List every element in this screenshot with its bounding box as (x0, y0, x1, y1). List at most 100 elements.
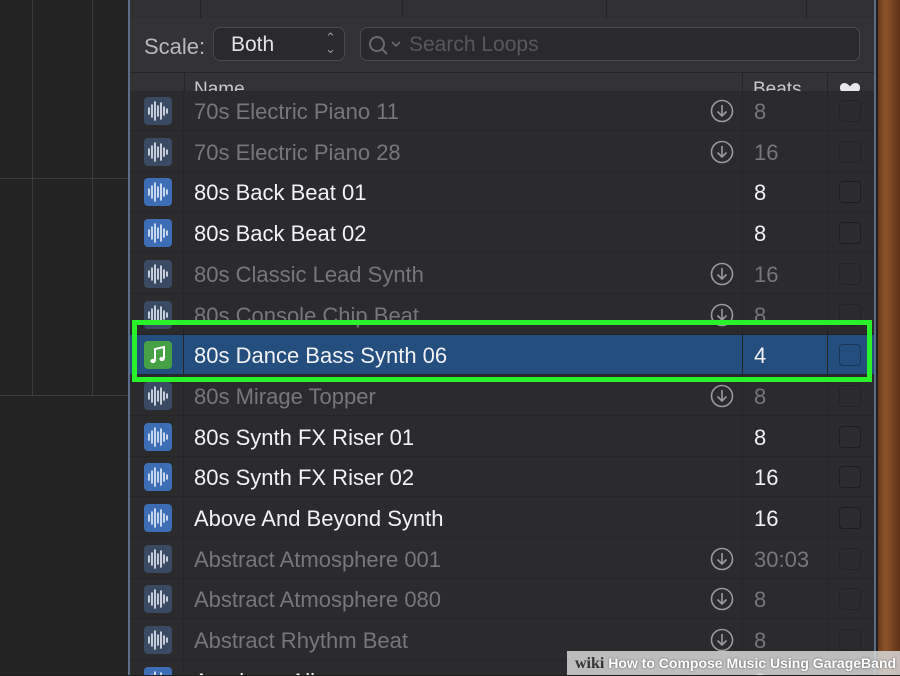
loop-row[interactable]: 70s Electric Piano 11 8 (130, 91, 874, 131)
loop-beats: 8 (754, 383, 767, 409)
loop-list: 70s Electric Piano 11 8 70s Electric Piano… (130, 91, 874, 675)
waveform-icon (144, 97, 172, 125)
loop-row[interactable]: 80s Synth FX Riser 01 8 (130, 416, 874, 457)
loop-type-cell (130, 620, 184, 661)
loop-type-cell (130, 660, 184, 675)
column-divider (742, 213, 743, 254)
loop-name: 70s Electric Piano 28 (194, 139, 401, 165)
loop-beats: 16 (754, 261, 779, 287)
column-divider (742, 91, 743, 131)
loop-name: 80s Back Beat 02 (194, 221, 367, 247)
loop-name: Above And Beyond Synth (194, 506, 444, 531)
grid-line (92, 0, 93, 395)
download-icon[interactable] (710, 140, 734, 164)
column-divider (827, 213, 828, 254)
grid-line (0, 178, 128, 179)
loop-type-cell (130, 213, 184, 254)
loop-row[interactable]: Above And Beyond Synth 16 (130, 498, 874, 538)
loop-beats: 16 (754, 139, 779, 165)
waveform-icon (144, 504, 172, 532)
loop-type-cell (130, 498, 184, 538)
waveform-icon (144, 585, 172, 614)
loop-row[interactable]: 80s Back Beat 01 8 (130, 172, 874, 213)
loop-name: 80s Classic Lead Synth (194, 261, 424, 287)
column-divider (827, 253, 828, 294)
column-divider (742, 416, 743, 457)
favorite-checkbox[interactable] (839, 140, 861, 163)
column-divider (827, 498, 828, 538)
column-divider (827, 131, 828, 172)
column-divider (742, 172, 743, 213)
waveform-icon (144, 178, 172, 207)
column-divider (827, 457, 828, 498)
download-icon[interactable] (710, 628, 734, 652)
browser-top-strip (130, 0, 874, 19)
favorite-checkbox[interactable] (839, 547, 861, 570)
waveform-icon (144, 259, 172, 288)
grid-line (0, 395, 128, 396)
download-icon[interactable] (710, 262, 734, 286)
loop-type-cell (130, 172, 184, 213)
column-divider (827, 579, 828, 620)
loop-beats: 16 (754, 465, 779, 491)
scale-label: Scale: (144, 34, 206, 59)
waveform-icon (144, 626, 172, 655)
favorite-checkbox[interactable] (839, 588, 861, 611)
loop-type-cell (130, 91, 184, 131)
column-divider (827, 172, 828, 213)
chevron-updown-icon: ⌃ ⌄ (325, 30, 336, 56)
scale-value: Both (231, 33, 275, 56)
loop-type-cell (130, 538, 184, 579)
favorite-checkbox[interactable] (839, 181, 861, 204)
watermark: wiki How to Compose Music Using GarageBa… (567, 651, 900, 675)
loop-name: 80s Mirage Topper (194, 383, 376, 409)
loop-beats: 8 (754, 221, 767, 247)
watermark-brand: wiki (575, 655, 605, 672)
search-icon (369, 36, 401, 55)
favorite-checkbox[interactable] (839, 466, 861, 489)
loop-row[interactable]: 80s Back Beat 02 8 (130, 213, 874, 254)
favorite-checkbox[interactable] (839, 100, 861, 122)
grid-line (32, 0, 33, 395)
tracks-area (0, 0, 128, 675)
loop-row[interactable]: Abstract Atmosphere 080 8 (130, 579, 874, 620)
scale-select[interactable]: Both ⌃ ⌄ (213, 27, 345, 61)
loop-type-cell (130, 457, 184, 498)
loop-beats: 8 (754, 587, 767, 613)
column-divider (742, 498, 743, 538)
favorite-checkbox[interactable] (839, 629, 861, 652)
favorite-checkbox[interactable] (839, 262, 861, 285)
loop-name: Abstract Atmosphere 001 (194, 546, 442, 572)
favorite-checkbox[interactable] (839, 222, 861, 245)
favorite-checkbox[interactable] (839, 507, 861, 529)
loop-name: Abstract Rhythm Beat (194, 628, 408, 654)
waveform-icon (144, 219, 172, 248)
loop-row[interactable]: 80s Classic Lead Synth 16 (130, 253, 874, 294)
loop-beats: 30:03 (754, 546, 810, 572)
waveform-icon (144, 463, 172, 492)
search-input[interactable]: Search Loops (360, 27, 860, 61)
loop-row[interactable]: 80s Synth FX Riser 02 16 (130, 457, 874, 498)
loop-row[interactable]: Abstract Atmosphere 001 30:03 (130, 538, 874, 579)
download-icon[interactable] (710, 384, 734, 408)
loop-row[interactable]: 70s Electric Piano 28 16 (130, 131, 874, 172)
column-divider (742, 131, 743, 172)
loop-name: Abstract Atmosphere 080 (194, 587, 442, 613)
loop-beats: 8 (754, 180, 767, 206)
waveform-icon (144, 666, 172, 675)
download-icon[interactable] (710, 99, 734, 123)
download-icon[interactable] (710, 587, 734, 611)
loop-beats: 16 (754, 506, 779, 531)
download-icon[interactable] (710, 547, 734, 571)
loop-name: Academy All (194, 669, 315, 675)
search-placeholder: Search Loops (409, 33, 539, 56)
favorite-checkbox[interactable] (839, 384, 861, 407)
loop-name: 80s Synth FX Riser 02 (194, 465, 415, 491)
column-divider (742, 579, 743, 620)
loop-beats: 8 (754, 99, 767, 124)
waveform-icon (144, 544, 172, 573)
desk-background (878, 0, 900, 675)
waveform-icon (144, 422, 172, 451)
loop-type-cell (130, 253, 184, 294)
favorite-checkbox[interactable] (839, 425, 861, 448)
